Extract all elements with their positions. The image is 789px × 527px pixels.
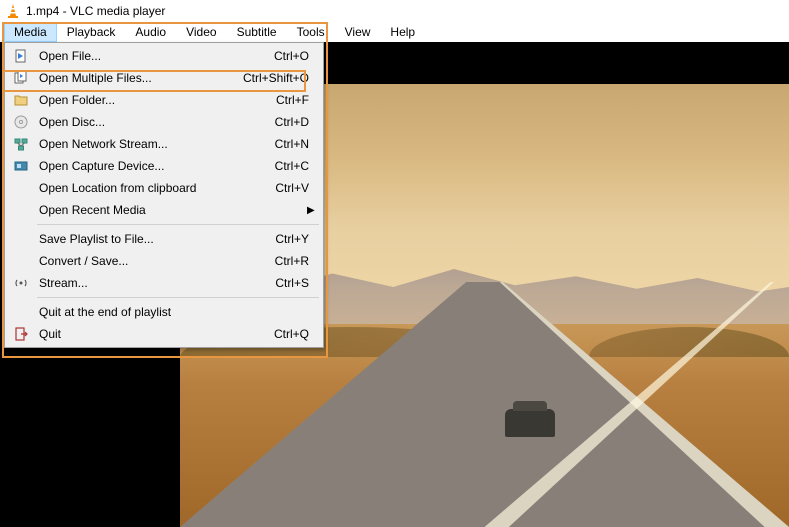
menu-tools[interactable]: Tools xyxy=(287,22,335,42)
disc-icon xyxy=(11,114,31,130)
menu-item-label: Open Recent Media xyxy=(39,203,307,217)
menu-item-label: Open Capture Device... xyxy=(39,159,255,173)
menu-open-folder[interactable]: Open Folder... Ctrl+F xyxy=(7,89,321,111)
menu-separator xyxy=(37,297,319,298)
menu-save-playlist[interactable]: Save Playlist to File... Ctrl+Y xyxy=(7,228,321,250)
menu-quit-end-playlist[interactable]: Quit at the end of playlist xyxy=(7,301,321,323)
menu-open-recent-media[interactable]: Open Recent Media ▶ xyxy=(7,199,321,221)
menu-item-label: Quit xyxy=(39,327,254,341)
menu-item-shortcut: Ctrl+F xyxy=(276,93,309,107)
menu-open-capture-device[interactable]: Open Capture Device... Ctrl+C xyxy=(7,155,321,177)
menu-item-label: Convert / Save... xyxy=(39,254,255,268)
media-dropdown-menu: Open File... Ctrl+O Open Multiple Files.… xyxy=(4,42,324,348)
menu-item-shortcut: Ctrl+S xyxy=(275,276,309,290)
menu-stream[interactable]: Stream... Ctrl+S xyxy=(7,272,321,294)
menu-playback[interactable]: Playback xyxy=(57,22,126,42)
menu-item-shortcut: Ctrl+N xyxy=(275,137,309,151)
capture-icon xyxy=(11,158,31,174)
menu-item-label: Stream... xyxy=(39,276,255,290)
menu-item-label: Open Folder... xyxy=(39,93,256,107)
menu-video[interactable]: Video xyxy=(176,22,226,42)
submenu-arrow-icon: ▶ xyxy=(307,205,317,216)
titlebar: 1.mp4 - VLC media player xyxy=(0,0,789,22)
menu-item-shortcut: Ctrl+O xyxy=(274,49,309,63)
menu-item-shortcut: Ctrl+D xyxy=(275,115,309,129)
menu-item-label: Open Disc... xyxy=(39,115,255,129)
menu-item-shortcut: Ctrl+Y xyxy=(275,232,309,246)
menu-item-shortcut: Ctrl+R xyxy=(275,254,309,268)
menu-item-label: Open Location from clipboard xyxy=(39,181,255,195)
menu-item-shortcut: Ctrl+C xyxy=(275,159,309,173)
menu-help[interactable]: Help xyxy=(380,22,425,42)
menu-subtitle[interactable]: Subtitle xyxy=(227,22,287,42)
menu-convert-save[interactable]: Convert / Save... Ctrl+R xyxy=(7,250,321,272)
menu-quit[interactable]: Quit Ctrl+Q xyxy=(7,323,321,345)
menu-open-file[interactable]: Open File... Ctrl+O xyxy=(7,45,321,67)
quit-icon xyxy=(11,326,31,342)
stream-icon xyxy=(11,275,31,291)
menu-item-shortcut: Ctrl+V xyxy=(275,181,309,195)
menu-open-disc[interactable]: Open Disc... Ctrl+D xyxy=(7,111,321,133)
menu-item-label: Quit at the end of playlist xyxy=(39,305,317,319)
menu-item-label: Open Network Stream... xyxy=(39,137,255,151)
menu-view[interactable]: View xyxy=(335,22,381,42)
menu-media[interactable]: Media xyxy=(4,22,57,42)
menu-item-label: Save Playlist to File... xyxy=(39,232,255,246)
menu-audio[interactable]: Audio xyxy=(125,22,176,42)
menu-separator xyxy=(37,224,319,225)
vlc-cone-icon xyxy=(5,3,21,19)
menu-item-label: Open Multiple Files... xyxy=(39,71,223,85)
car-in-video xyxy=(505,409,555,437)
menu-open-location-clipboard[interactable]: Open Location from clipboard Ctrl+V xyxy=(7,177,321,199)
network-icon xyxy=(11,136,31,152)
menubar: Media Playback Audio Video Subtitle Tool… xyxy=(0,22,789,42)
menu-item-shortcut: Ctrl+Q xyxy=(274,327,309,341)
menu-item-shortcut: Ctrl+Shift+O xyxy=(243,71,309,85)
files-icon xyxy=(11,70,31,86)
menu-open-multiple-files[interactable]: Open Multiple Files... Ctrl+Shift+O xyxy=(7,67,321,89)
folder-icon xyxy=(11,92,31,108)
window-title: 1.mp4 - VLC media player xyxy=(26,4,165,18)
file-icon xyxy=(11,48,31,64)
menu-open-network-stream[interactable]: Open Network Stream... Ctrl+N xyxy=(7,133,321,155)
menu-item-label: Open File... xyxy=(39,49,254,63)
